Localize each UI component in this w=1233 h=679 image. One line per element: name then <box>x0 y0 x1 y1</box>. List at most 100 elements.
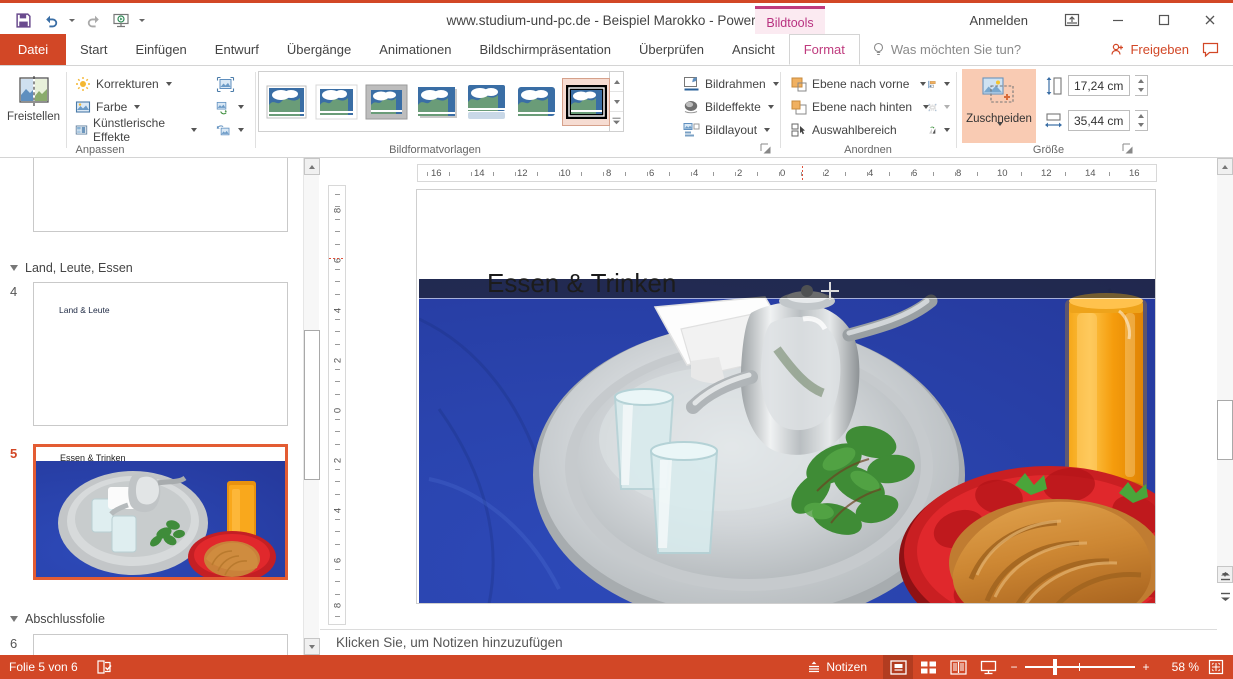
close-icon[interactable] <box>1187 3 1233 37</box>
view-slideshow[interactable] <box>973 655 1003 679</box>
slide-canvas[interactable]: Essen & Trinken <box>416 189 1156 604</box>
picture-style-5[interactable] <box>463 79 509 125</box>
tab-format[interactable]: Format <box>788 34 860 65</box>
picture-styles-gallery[interactable] <box>258 71 610 132</box>
tab-entwurf[interactable]: Entwurf <box>201 34 273 65</box>
artistic-effects-button[interactable]: Künstlerische Effekte <box>72 116 200 144</box>
ribbon-display-options-icon[interactable] <box>1049 3 1095 37</box>
slide-thumbnail-4[interactable]: Land & Leute <box>33 282 288 426</box>
size-dialog-launcher[interactable] <box>1122 143 1134 155</box>
view-reading[interactable] <box>943 655 973 679</box>
crop-button[interactable]: Zuschneiden <box>962 69 1036 143</box>
chevron-down-icon[interactable] <box>944 82 950 86</box>
shape-height-spinner[interactable] <box>1135 75 1148 96</box>
chevron-down-icon[interactable] <box>772 82 779 86</box>
tab-start[interactable]: Start <box>66 34 121 65</box>
tab-ansicht[interactable]: Ansicht <box>718 34 789 65</box>
scroll-down-icon[interactable] <box>304 638 320 655</box>
zoom-slider[interactable] <box>1025 655 1135 679</box>
picture-style-6[interactable] <box>513 79 559 125</box>
chevron-down-icon[interactable] <box>944 105 950 109</box>
slide-panel-scrollbar[interactable] <box>303 158 320 655</box>
slide-title-text[interactable]: Essen & Trinken <box>487 268 676 299</box>
tab-einfuegen[interactable]: Einfügen <box>121 34 200 65</box>
slide-indicator[interactable]: Folie 5 von 6 <box>9 660 78 674</box>
chevron-down-icon[interactable] <box>191 128 197 132</box>
tab-ueberpruefen[interactable]: Überprüfen <box>625 34 718 65</box>
gallery-scroll-up-icon[interactable] <box>610 72 623 92</box>
previous-slide-icon[interactable] <box>1217 566 1233 586</box>
group-objects-button[interactable] <box>925 96 953 118</box>
picture-style-3[interactable] <box>363 79 409 125</box>
undo-icon[interactable] <box>38 7 64 33</box>
color-button[interactable]: Farbe <box>72 96 143 118</box>
tab-uebergaenge[interactable]: Übergänge <box>273 34 365 65</box>
corrections-button[interactable]: Korrekturen <box>72 73 175 95</box>
zoom-in-button[interactable]: + <box>1135 655 1157 679</box>
align-objects-button[interactable] <box>925 73 953 95</box>
view-slide-sorter[interactable] <box>913 655 943 679</box>
chevron-down-icon[interactable] <box>134 105 141 109</box>
tell-me-search[interactable]: Was möchten Sie tun? <box>860 34 1021 65</box>
section-header-abschlussfolie[interactable]: Abschlussfolie <box>10 612 105 626</box>
chevron-down-icon[interactable] <box>944 128 950 132</box>
maximize-icon[interactable] <box>1141 3 1187 37</box>
share-button[interactable]: Freigeben <box>1110 34 1189 65</box>
minimize-icon[interactable] <box>1095 3 1141 37</box>
slide-view-scrollbar[interactable] <box>1217 158 1233 583</box>
selection-pane-button[interactable]: Auswahlbereich <box>788 119 900 141</box>
tab-bildschirmpraesentation[interactable]: Bildschirmpräsentation <box>465 34 625 65</box>
slide-thumbnail-panel[interactable]: Land, Leute, Essen 4 Land & Leute 5 Esse… <box>0 158 300 655</box>
rotate-objects-button[interactable] <box>925 119 953 141</box>
picture-layout-button[interactable]: Bildlayout <box>680 119 773 141</box>
gallery-more-icon[interactable] <box>610 112 623 131</box>
start-slideshow-icon[interactable] <box>108 7 134 33</box>
view-normal[interactable] <box>883 655 913 679</box>
chevron-down-icon[interactable] <box>767 105 774 109</box>
notes-pane[interactable]: Klicken Sie, um Notizen hinzuzufügen <box>320 629 1217 655</box>
chevron-down-icon[interactable] <box>764 128 771 132</box>
notes-toggle-button[interactable]: Notizen <box>807 660 867 674</box>
remove-background-button[interactable]: Freistellen <box>5 70 62 142</box>
sign-in-button[interactable]: Anmelden <box>969 3 1028 37</box>
picture-style-4[interactable] <box>413 79 459 125</box>
zoom-out-button[interactable]: − <box>1003 655 1025 679</box>
picture-border-button[interactable]: Bildrahmen <box>680 73 782 95</box>
scrollbar-thumb[interactable] <box>1217 400 1233 460</box>
picture-style-7[interactable] <box>562 77 610 126</box>
picture-style-2[interactable] <box>313 79 359 125</box>
slide-thumbnail-6[interactable] <box>33 634 288 655</box>
shape-height-input[interactable]: 17,24 cm <box>1068 75 1130 96</box>
section-header-land-leute-essen[interactable]: Land, Leute, Essen <box>10 261 133 275</box>
scroll-up-icon[interactable] <box>304 158 320 175</box>
accessibility-check-icon[interactable] <box>96 655 112 679</box>
shape-width-input[interactable]: 35,44 cm <box>1068 110 1130 131</box>
fit-to-window-icon[interactable] <box>1199 655 1233 679</box>
comments-icon[interactable] <box>1195 34 1225 65</box>
picture-effects-button[interactable]: Bildeffekte <box>680 96 777 118</box>
undo-dropdown-icon[interactable] <box>66 7 78 33</box>
tab-animationen[interactable]: Animationen <box>365 34 465 65</box>
bring-forward-button[interactable]: Ebene nach vorne <box>788 73 929 95</box>
scrollbar-thumb[interactable] <box>304 330 320 480</box>
next-slide-icon[interactable] <box>1217 586 1233 606</box>
picture-style-1[interactable] <box>263 79 309 125</box>
shape-width-spinner[interactable] <box>1135 110 1148 131</box>
vertical-ruler[interactable]: 8 6 4 2 0 2 4 6 8 <box>328 185 346 625</box>
redo-icon[interactable] <box>80 7 106 33</box>
scroll-up-icon[interactable] <box>1217 158 1233 175</box>
send-backward-button[interactable]: Ebene nach hinten <box>788 96 932 118</box>
horizontal-ruler[interactable]: 16 14 12 10 8 6 4 2 0 2 4 6 8 10 12 14 1… <box>417 164 1157 182</box>
slide-thumbnail-3[interactable] <box>33 158 288 232</box>
save-icon[interactable] <box>10 7 36 33</box>
gallery-scroll-down-icon[interactable] <box>610 92 623 112</box>
crop-dropdown-icon[interactable] <box>995 122 1003 140</box>
tab-datei[interactable]: Datei <box>0 34 66 65</box>
chevron-down-icon[interactable] <box>165 82 172 86</box>
picture-styles-dialog-launcher[interactable] <box>760 143 772 155</box>
collapse-triangle-icon[interactable] <box>10 616 18 622</box>
customize-qat-icon[interactable] <box>136 7 148 33</box>
slide-picture[interactable] <box>419 279 1155 603</box>
zoom-slider-handle[interactable] <box>1053 659 1057 675</box>
collapse-triangle-icon[interactable] <box>10 265 18 271</box>
